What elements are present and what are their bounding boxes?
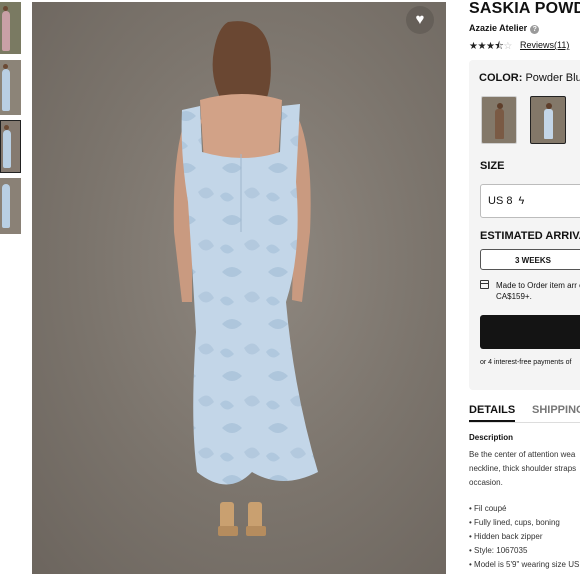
color-swatch-1[interactable] (481, 96, 517, 144)
description-title: Description (469, 433, 514, 442)
feature-list: • Fil coupé • Fully lined, cups, boning … (469, 502, 579, 572)
product-title: SASKIA POWDE (469, 0, 580, 17)
brand-name: Azazie Atelier? (469, 23, 540, 34)
brand-label: Azazie Atelier (469, 23, 528, 33)
estimated-arrival-label: ESTIMATED ARRIVA (480, 230, 580, 242)
feature-item: • Fil coupé (469, 504, 507, 513)
wishlist-heart-icon[interactable]: ♥ (406, 6, 434, 34)
thumbnail-3-selected[interactable] (0, 120, 21, 173)
swatch-dress (544, 109, 553, 139)
feature-item: • Fully lined, cups, boning (469, 518, 560, 527)
feature-item: • Model is 5'9" wearing size US (469, 560, 580, 569)
reviews-link[interactable]: Reviews(11) (520, 40, 569, 50)
size-value: US 8 (488, 195, 513, 207)
star-icon: ★ (477, 41, 486, 52)
tab-shipping[interactable]: SHIPPING (532, 404, 580, 416)
selected-color-value: Powder Blue (525, 72, 580, 84)
thumbnail-dress (3, 130, 11, 168)
size-selector[interactable]: US 8 ϟ (480, 184, 580, 218)
thumbnail-2[interactable] (0, 60, 21, 115)
description-text: Be the center of attention wea neckline,… (469, 450, 577, 487)
estimated-arrival-option[interactable]: 3 WEEKS (480, 249, 580, 270)
color-swatch-powder-blue[interactable] (530, 96, 566, 144)
feature-item: • Style: 1067035 (469, 546, 528, 555)
thumbnail-1[interactable] (0, 2, 21, 54)
rating-stars: ★★★⯪☆ (469, 39, 512, 56)
feature-item: • Hidden back zipper (469, 532, 543, 541)
size-label: SIZE (480, 160, 505, 172)
tab-details[interactable]: DETAILS (469, 404, 516, 422)
tab-divider (469, 422, 580, 423)
question-circle-icon[interactable]: ? (530, 25, 540, 34)
lightning-icon: ϟ (518, 195, 525, 207)
swatch-dress (495, 109, 504, 139)
thumbnail-dress (2, 69, 10, 111)
product-main-image (32, 2, 446, 574)
thumbnail-dress (2, 184, 10, 228)
color-label: COLOR: Powder Blue (479, 72, 580, 84)
installment-payments-text: or 4 interest-free payments of (480, 359, 572, 366)
add-to-bag-button[interactable] (480, 315, 580, 349)
model-back-view-illustration (173, 21, 318, 536)
star-empty-icon: ☆ (503, 41, 512, 52)
thumbnail-4[interactable] (0, 178, 21, 234)
made-to-order-note: Made to Order item arr orders CA$159+. (496, 281, 580, 301)
calendar-icon (480, 280, 489, 289)
thumbnail-dress (2, 11, 10, 51)
